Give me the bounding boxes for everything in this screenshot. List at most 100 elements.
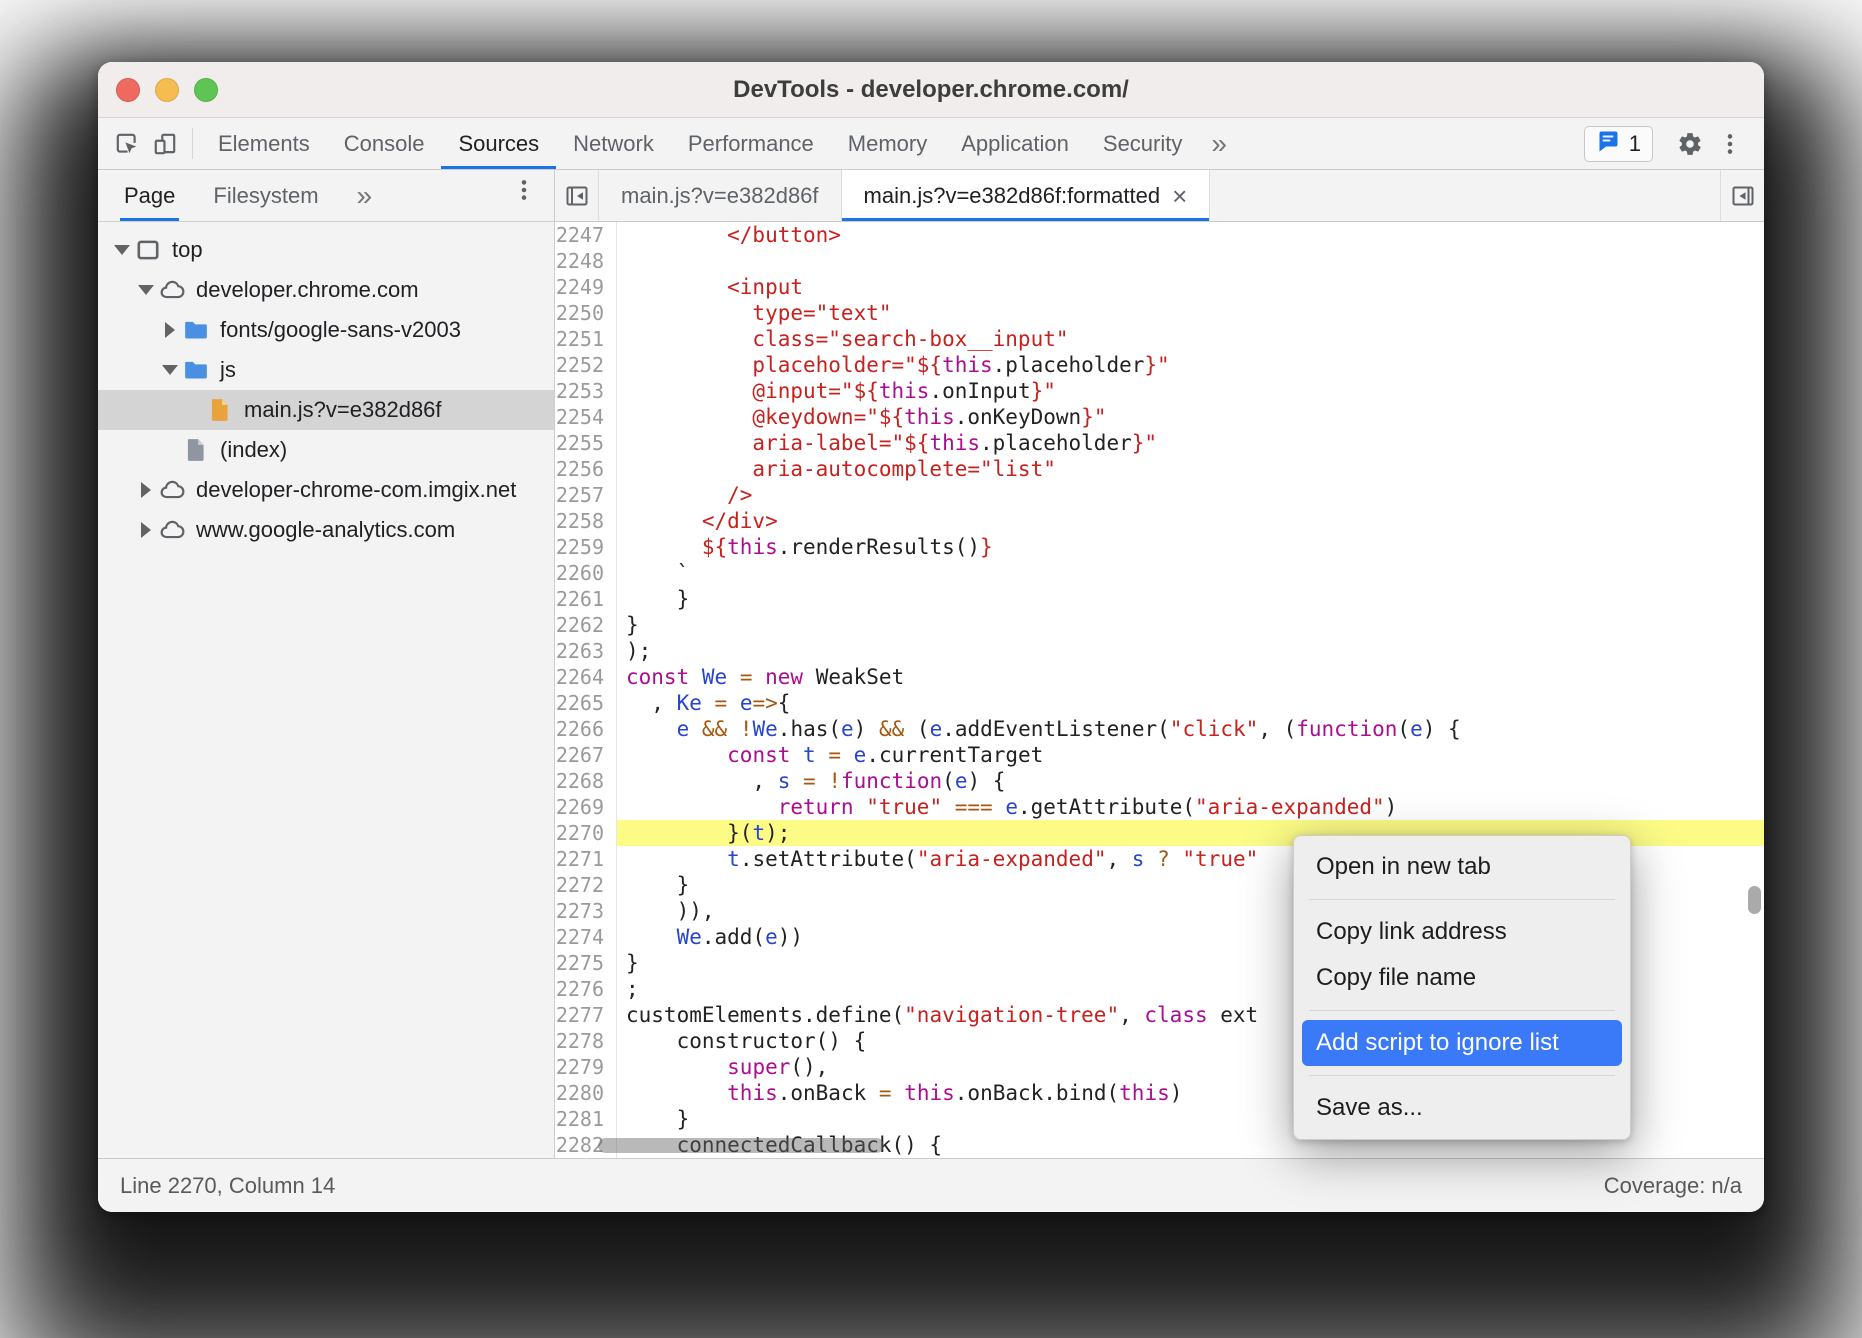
menu-item-open-in-new-tab[interactable]: Open in new tab [1294, 844, 1630, 890]
line-number[interactable]: 2261 [555, 586, 617, 612]
line-number[interactable]: 2273 [555, 898, 617, 924]
tree-item-js[interactable]: js [98, 350, 554, 390]
panel-tab-sources[interactable]: Sources [441, 118, 556, 169]
line-number[interactable]: 2260 [555, 560, 617, 586]
code-line[interactable]: 2252 placeholder="${this.placeholder}" [555, 352, 1764, 378]
line-number[interactable]: 2248 [555, 248, 617, 274]
line-number[interactable]: 2272 [555, 872, 617, 898]
code-line[interactable]: 2258 </div> [555, 508, 1764, 534]
menu-item-copy-file-name[interactable]: Copy file name [1294, 955, 1630, 1001]
code-line[interactable]: 2267 const t = e.currentTarget [555, 742, 1764, 768]
code-line[interactable]: 2249 <input [555, 274, 1764, 300]
tree-right-arrow-icon[interactable] [134, 482, 158, 498]
line-number[interactable]: 2257 [555, 482, 617, 508]
line-number[interactable]: 2278 [555, 1028, 617, 1054]
menu-item-add-script-to-ignore-list[interactable]: Add script to ignore list [1302, 1020, 1622, 1066]
code-line[interactable]: 2255 aria-label="${this.placeholder}" [555, 430, 1764, 456]
inspect-icon[interactable] [108, 118, 146, 169]
tree-item-developer-chrome-com[interactable]: developer.chrome.com [98, 270, 554, 310]
code-line[interactable]: 2257 /> [555, 482, 1764, 508]
code-line[interactable]: 2269 return "true" === e.getAttribute("a… [555, 794, 1764, 820]
panel-tab-performance[interactable]: Performance [671, 118, 831, 169]
tree-right-arrow-icon[interactable] [134, 522, 158, 538]
line-number[interactable]: 2252 [555, 352, 617, 378]
panel-tab-console[interactable]: Console [327, 118, 442, 169]
editor-tab-main-js-v-e382d86f-formatted[interactable]: main.js?v=e382d86f:formatted× [842, 170, 1211, 221]
tree-item-main-js-v-e382d86f[interactable]: main.js?v=e382d86f [98, 390, 554, 430]
code-line[interactable]: 2265 , Ke = e=>{ [555, 690, 1764, 716]
line-number[interactable]: 2255 [555, 430, 617, 456]
panel-tab-application[interactable]: Application [944, 118, 1086, 169]
settings-gear-icon[interactable] [1670, 124, 1710, 164]
editor-tab-main-js-v-e382d86f[interactable]: main.js?v=e382d86f [599, 170, 842, 221]
navigator-tab-filesystem[interactable]: Filesystem [209, 170, 322, 221]
tree-item-www-google-analytics-com[interactable]: www.google-analytics.com [98, 510, 554, 550]
tree-item-top[interactable]: top [98, 230, 554, 270]
line-number[interactable]: 2265 [555, 690, 617, 716]
code-line[interactable]: 2251 class="search-box__input" [555, 326, 1764, 352]
code-line[interactable]: 2261 } [555, 586, 1764, 612]
line-number[interactable]: 2279 [555, 1054, 617, 1080]
kebab-menu-icon[interactable] [1710, 124, 1750, 164]
horizontal-scrollbar-thumb[interactable] [598, 1138, 884, 1153]
menu-item-copy-link-address[interactable]: Copy link address [1294, 909, 1630, 955]
line-number[interactable]: 2251 [555, 326, 617, 352]
line-number[interactable]: 2281 [555, 1106, 617, 1132]
line-number[interactable]: 2268 [555, 768, 617, 794]
line-number[interactable]: 2266 [555, 716, 617, 742]
panel-tab-network[interactable]: Network [556, 118, 671, 169]
kebab-menu-icon[interactable] [504, 170, 544, 210]
line-number[interactable]: 2253 [555, 378, 617, 404]
line-number[interactable]: 2249 [555, 274, 617, 300]
vertical-scrollbar-thumb[interactable] [1748, 886, 1761, 914]
close-tab-icon[interactable]: × [1172, 183, 1187, 209]
line-number[interactable]: 2267 [555, 742, 617, 768]
line-number[interactable]: 2263 [555, 638, 617, 664]
line-number[interactable]: 2247 [555, 222, 617, 248]
line-number[interactable]: 2274 [555, 924, 617, 950]
line-number[interactable]: 2256 [555, 456, 617, 482]
tree-down-arrow-icon[interactable] [110, 245, 134, 255]
panel-tab-security[interactable]: Security [1086, 118, 1199, 169]
line-number[interactable]: 2275 [555, 950, 617, 976]
code-line[interactable]: 2247 </button> [555, 222, 1764, 248]
tree-item-fonts-google-sans-v2003[interactable]: fonts/google-sans-v2003 [98, 310, 554, 350]
code-line[interactable]: 2256 aria-autocomplete="list" [555, 456, 1764, 482]
line-number[interactable]: 2259 [555, 534, 617, 560]
more-panels-icon[interactable]: » [1199, 118, 1239, 169]
code-line[interactable]: 2259 ${this.renderResults()} [555, 534, 1764, 560]
code-line[interactable]: 2266 e && !We.has(e) && (e.addEventListe… [555, 716, 1764, 742]
navigator-tab-page[interactable]: Page [120, 170, 179, 221]
line-number[interactable]: 2276 [555, 976, 617, 1002]
tree-down-arrow-icon[interactable] [134, 285, 158, 295]
tree-item-developer-chrome-com-imgix-net[interactable]: developer-chrome-com.imgix.net [98, 470, 554, 510]
line-number[interactable]: 2254 [555, 404, 617, 430]
issues-counter-button[interactable]: 1 [1584, 126, 1653, 162]
collapse-sidebar-icon[interactable] [555, 170, 599, 221]
line-number[interactable]: 2270 [555, 820, 617, 846]
line-number[interactable]: 2262 [555, 612, 617, 638]
line-number[interactable]: 2264 [555, 664, 617, 690]
line-number[interactable]: 2269 [555, 794, 617, 820]
panel-tab-memory[interactable]: Memory [831, 118, 944, 169]
code-line[interactable]: 2263); [555, 638, 1764, 664]
panel-tab-elements[interactable]: Elements [201, 118, 327, 169]
code-line[interactable]: 2254 @keydown="${this.onKeyDown}" [555, 404, 1764, 430]
dock-right-icon[interactable] [1720, 170, 1764, 221]
line-number[interactable]: 2271 [555, 846, 617, 872]
tree-right-arrow-icon[interactable] [158, 322, 182, 338]
device-toolbar-icon[interactable] [146, 118, 184, 169]
code-line[interactable]: 2262} [555, 612, 1764, 638]
tree-item-index[interactable]: (index) [98, 430, 554, 470]
more-navigator-tabs-icon[interactable]: » [353, 170, 377, 221]
code-line[interactable]: 2250 type="text" [555, 300, 1764, 326]
tree-down-arrow-icon[interactable] [158, 365, 182, 375]
code-line[interactable]: 2253 @input="${this.onInput}" [555, 378, 1764, 404]
line-number[interactable]: 2258 [555, 508, 617, 534]
menu-item-save-as[interactable]: Save as... [1294, 1085, 1630, 1131]
code-line[interactable]: 2260 ` [555, 560, 1764, 586]
line-number[interactable]: 2280 [555, 1080, 617, 1106]
line-number[interactable]: 2277 [555, 1002, 617, 1028]
code-line[interactable]: 2248 [555, 248, 1764, 274]
code-line[interactable]: 2264const We = new WeakSet [555, 664, 1764, 690]
